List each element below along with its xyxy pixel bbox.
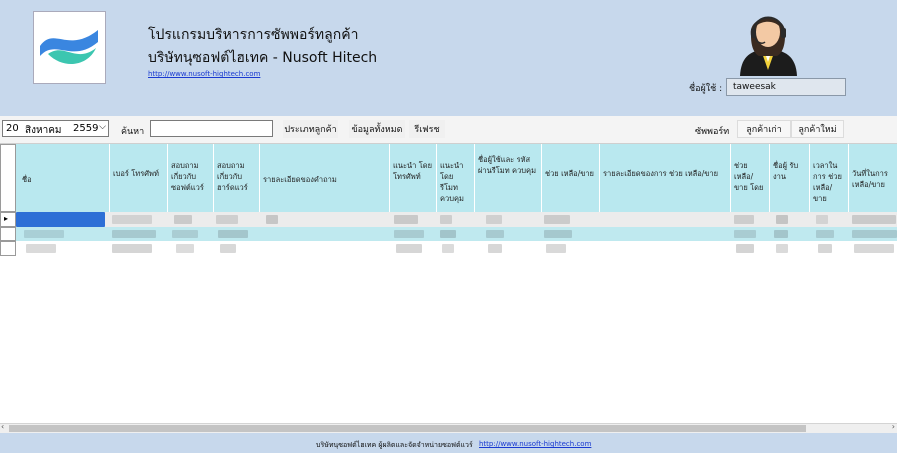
- column-header[interactable]: แนะนำ โดย รีโมท ควบคุม: [437, 144, 475, 212]
- customer-type-button[interactable]: ประเภทลูกค้า: [283, 120, 338, 138]
- column-header[interactable]: ชื่อผู้ใช้และ รหัส ผ่านรีโมท ควบคุม: [475, 144, 542, 212]
- search-label: ค้นหา: [121, 127, 145, 137]
- website-link[interactable]: http://www.nusoft-hightech.com: [148, 70, 260, 78]
- column-header-row: ชื่อ เบอร์ โทรศัพท์ สอบถาม เกี่ยวกับ ซอฟ…: [16, 144, 897, 212]
- grid-corner-header: [0, 144, 16, 212]
- table-row[interactable]: [16, 212, 897, 227]
- toolbar: 20 สิงหาคม 2559 ⌵ ค้นหา ประเภทลูกค้า ข้อ…: [0, 116, 897, 144]
- horizontal-scrollbar[interactable]: ‹ ›: [0, 422, 897, 433]
- redacted-cell: [440, 215, 452, 224]
- redacted-cell: [816, 230, 834, 238]
- row-header[interactable]: [0, 241, 16, 256]
- redacted-cell: [24, 230, 64, 238]
- date-picker[interactable]: 20 สิงหาคม 2559 ⌵: [2, 120, 109, 137]
- redacted-cell: [486, 230, 504, 238]
- all-data-button[interactable]: ข้อมูลทั้งหมด: [349, 120, 405, 138]
- scroll-left-icon[interactable]: ‹: [1, 422, 4, 431]
- redacted-cell: [818, 244, 832, 253]
- scrollbar-thumb[interactable]: [9, 425, 806, 432]
- support-data-grid[interactable]: ชื่อ เบอร์ โทรศัพท์ สอบถาม เกี่ยวกับ ซอฟ…: [0, 144, 897, 423]
- redacted-cell: [774, 230, 788, 238]
- row-header-selected[interactable]: ▸: [0, 212, 16, 227]
- chevron-down-icon[interactable]: ⌵: [99, 122, 106, 132]
- app-footer: บริษัทนุซอฟต์ไฮเทค ผู้ผลิตและจัดจำหน่ายซ…: [0, 433, 897, 453]
- refresh-button[interactable]: รีเฟรช: [409, 120, 445, 138]
- date-year: 2559: [73, 123, 99, 134]
- redacted-cell: [176, 244, 194, 253]
- column-header[interactable]: แนะนำ โดย โทรศัพท์: [390, 144, 437, 212]
- table-row[interactable]: [16, 227, 897, 241]
- column-header[interactable]: ช่วย เหลือ/ขาย โดย: [731, 144, 770, 212]
- scroll-right-icon[interactable]: ›: [892, 422, 895, 431]
- company-name: บริษัทนุซอฟต์ไฮเทค - Nusoft Hitech: [148, 50, 378, 66]
- date-day: 20: [6, 123, 19, 134]
- column-header[interactable]: ช่วย เหลือ/ขาย: [542, 144, 600, 212]
- column-header[interactable]: ชื่อผู้ รับ งาน: [770, 144, 810, 212]
- redacted-cell: [216, 215, 238, 224]
- user-label: ชื่อผู้ใช้ :: [689, 84, 723, 94]
- app-title: โปรแกรมบริหารการซัพพอร์ทลูกค้า: [148, 27, 359, 43]
- support-agent-avatar: [737, 4, 800, 76]
- redacted-cell: [112, 215, 152, 224]
- table-row[interactable]: [16, 241, 897, 256]
- redacted-cell: [854, 244, 894, 253]
- redacted-cell: [546, 244, 566, 253]
- redacted-cell: [544, 215, 570, 224]
- redacted-cell: [394, 230, 424, 238]
- old-customer-button[interactable]: ลูกค้าเก่า: [737, 120, 791, 138]
- redacted-cell: [172, 230, 198, 238]
- footer-text: บริษัทนุซอฟต์ไฮเทค ผู้ผลิตและจัดจำหน่ายซ…: [316, 441, 473, 449]
- redacted-cell: [26, 244, 56, 253]
- redacted-cell: [736, 244, 754, 253]
- wave-logo-icon: [34, 12, 105, 83]
- username-field: taweesak: [726, 78, 846, 96]
- redacted-cell: [218, 230, 248, 238]
- app-header: โปรแกรมบริหารการซัพพอร์ทลูกค้า บริษัทนุซ…: [0, 0, 897, 116]
- column-header[interactable]: สอบถาม เกี่ยวกับ ฮาร์ดแวร์: [214, 144, 260, 212]
- company-logo: [33, 11, 106, 84]
- column-header[interactable]: สอบถาม เกี่ยวกับ ซอฟต์แวร์: [168, 144, 214, 212]
- redacted-cell: [776, 215, 788, 224]
- redacted-cell: [174, 215, 192, 224]
- redacted-cell: [220, 244, 236, 253]
- redacted-cell: [734, 230, 756, 238]
- redacted-cell: [396, 244, 422, 253]
- redacted-cell: [486, 215, 502, 224]
- redacted-cell: [734, 215, 754, 224]
- column-header[interactable]: เบอร์ โทรศัพท์: [110, 144, 168, 212]
- redacted-cell: [852, 230, 897, 238]
- redacted-cell: [544, 230, 572, 238]
- new-customer-button[interactable]: ลูกค้าใหม่: [791, 120, 844, 138]
- footer-link[interactable]: http://www.nusoft-hightech.com: [479, 440, 591, 448]
- redacted-cell: [112, 244, 152, 253]
- redacted-cell: [488, 244, 502, 253]
- support-label: ซัพพอร์ท: [695, 127, 730, 137]
- redacted-cell: [440, 230, 456, 238]
- redacted-cell: [112, 230, 156, 238]
- column-header[interactable]: เวลาใน การ ช่วย เหลือ/ขาย: [810, 144, 849, 212]
- redacted-cell: [442, 244, 454, 253]
- column-header[interactable]: รายละเอียดของการ ช่วย เหลือ/ขาย: [600, 144, 731, 212]
- column-header[interactable]: รายละเอียดของคำถาม: [260, 144, 390, 212]
- redacted-cell: [816, 215, 828, 224]
- redacted-cell: [852, 215, 896, 224]
- column-header[interactable]: ชื่อ: [16, 144, 110, 212]
- redacted-cell: [266, 215, 278, 224]
- row-pointer-icon: ▸: [4, 214, 9, 223]
- row-header[interactable]: [0, 227, 16, 241]
- selected-cell[interactable]: [16, 212, 105, 227]
- redacted-cell: [776, 244, 788, 253]
- date-month: สิงหาคม: [25, 125, 62, 136]
- support-agent-icon: [740, 16, 797, 76]
- search-input[interactable]: [150, 120, 273, 137]
- redacted-cell: [394, 215, 418, 224]
- column-header[interactable]: วันที่ในการ เหลือ/ขาย: [849, 144, 897, 212]
